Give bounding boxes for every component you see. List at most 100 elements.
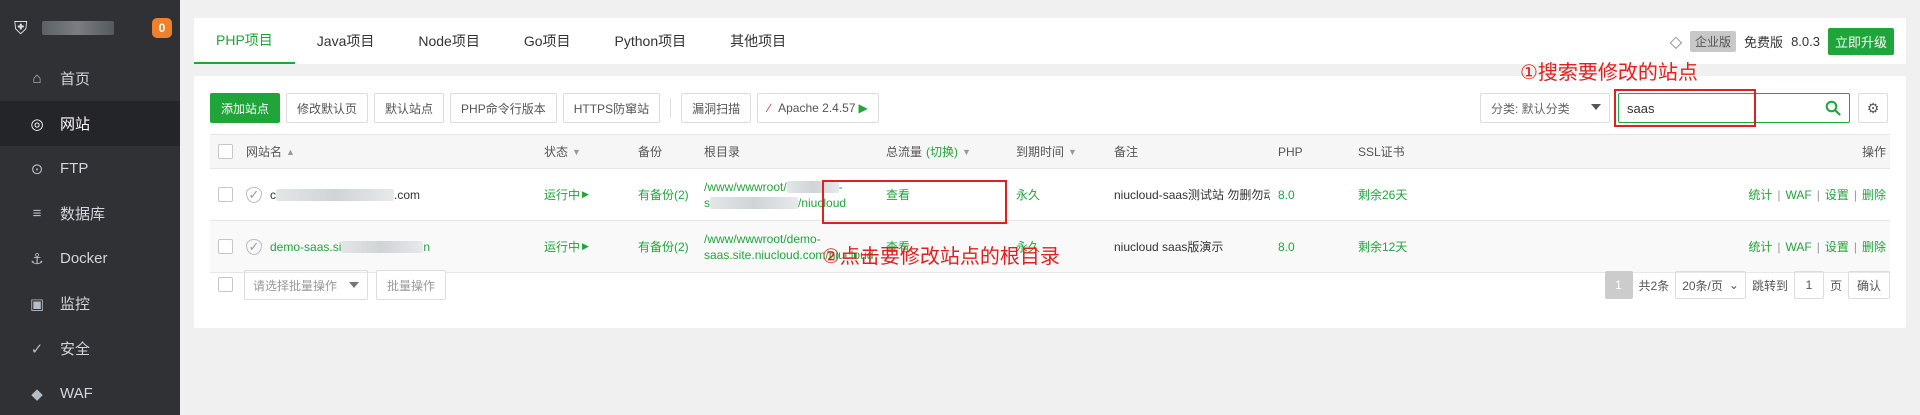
play-icon: ▶ xyxy=(858,101,868,115)
php-cli-version-button[interactable]: PHP命令行版本 xyxy=(450,93,557,123)
expire-value[interactable]: 永久 xyxy=(1016,169,1040,220)
col-root: 根目录 xyxy=(704,135,740,168)
col-name[interactable]: 网站名 ▲ xyxy=(246,135,295,168)
ssl-link[interactable]: 剩余12天 xyxy=(1358,221,1407,272)
tab-python[interactable]: Python项目 xyxy=(593,18,709,64)
remark-value[interactable]: niucloud-saas测试站 勿删勿动! xyxy=(1114,169,1270,220)
sidebar-item-home[interactable]: ⌂ 首页 xyxy=(0,56,180,101)
upgrade-button[interactable]: 立即升级 xyxy=(1827,28,1894,55)
col-backup: 备份 xyxy=(638,135,662,168)
site-name-suffix: n xyxy=(423,239,431,254)
col-remark: 备注 xyxy=(1114,135,1138,168)
delete-link[interactable]: 删除 xyxy=(1862,186,1886,203)
settings-gear-button[interactable]: ⚙ xyxy=(1858,93,1888,123)
ftp-icon: ⊙ xyxy=(30,160,44,178)
root-line-1: /www/wwwroot/demo- xyxy=(704,231,821,246)
select-all-checkbox[interactable] xyxy=(218,144,233,159)
row-checkbox[interactable] xyxy=(218,187,233,202)
logo-shield-icon: ⛨ xyxy=(14,18,28,38)
sidebar: ⛨ 0 ⌂ 首页 ◎ 网站 ⊙ FTP ≡ 数据库 ⚓ Docker ▣ 监控 … xyxy=(0,0,180,415)
root-path-part: /www/wwwroot/ xyxy=(704,179,787,194)
php-version-link[interactable]: 8.0 xyxy=(1278,221,1295,272)
site-name-link[interactable]: ✓ demo-saas.si n xyxy=(246,221,430,272)
tab-go[interactable]: Go项目 xyxy=(502,18,593,64)
remark-value[interactable]: niucloud saas版演示 xyxy=(1114,221,1270,272)
tab-java[interactable]: Java项目 xyxy=(295,18,397,64)
col-ssl: SSL证书 xyxy=(1358,135,1405,168)
site-name-link[interactable]: ✓ c .com xyxy=(246,169,420,220)
col-ssl-label: SSL证书 xyxy=(1358,145,1405,159)
https-guard-button[interactable]: HTTPS防窜站 xyxy=(562,93,661,123)
apache-feather-icon: ∕ xyxy=(768,101,771,115)
backup-link[interactable]: 有备份(2) xyxy=(638,169,689,220)
jump-label: 跳转到 xyxy=(1751,278,1788,293)
category-select[interactable]: 分类: 默认分类 xyxy=(1480,93,1610,123)
col-php-label: PHP xyxy=(1278,144,1303,159)
batch-action-button[interactable]: 批量操作 xyxy=(376,270,447,300)
row-actions: 统计 | WAF | 设置 | 删除 xyxy=(1748,169,1886,220)
add-site-button[interactable]: 添加站点 xyxy=(210,93,281,123)
page-number[interactable]: 1 xyxy=(1604,271,1633,299)
sidebar-item-label: 首页 xyxy=(60,71,91,88)
free-edition-label: 免费版 xyxy=(1744,35,1784,50)
col-expire-label: 到期时间 xyxy=(1016,145,1065,159)
apache-button[interactable]: ∕ Apache 2.4.57 ▶ xyxy=(757,93,879,123)
sidebar-header: ⛨ 0 xyxy=(0,0,180,56)
col-expire[interactable]: 到期时间 ▼ xyxy=(1016,135,1077,168)
modify-default-page-button[interactable]: 修改默认页 xyxy=(286,93,369,123)
gear-icon: ⚙ xyxy=(1866,99,1880,116)
row-checkbox[interactable] xyxy=(218,239,233,254)
tab-node[interactable]: Node项目 xyxy=(396,18,501,64)
backup-link[interactable]: 有备份(2) xyxy=(638,221,689,272)
col-traffic-label: 总流量 xyxy=(886,145,923,159)
waf-link[interactable]: WAF xyxy=(1786,188,1812,202)
footer-select-all-checkbox[interactable] xyxy=(218,277,233,292)
stats-link[interactable]: 统计 xyxy=(1748,238,1772,255)
page-size-select[interactable]: 20条/页 ⌄ xyxy=(1675,271,1746,299)
ssl-link[interactable]: 剩余26天 xyxy=(1358,169,1407,220)
page-size-label: 20条/页 xyxy=(1682,278,1723,293)
delete-link[interactable]: 删除 xyxy=(1862,238,1886,255)
sidebar-item-website[interactable]: ◎ 网站 xyxy=(0,101,180,146)
divider: | xyxy=(1777,187,1781,202)
database-icon: ≡ xyxy=(32,205,42,222)
enterprise-tag[interactable]: 企业版 xyxy=(1690,31,1737,52)
stats-link[interactable]: 统计 xyxy=(1748,186,1772,203)
col-traffic[interactable]: 总流量 (切换) ▼ xyxy=(886,135,971,168)
search-icon[interactable] xyxy=(1825,100,1841,116)
notification-badge[interactable]: 0 xyxy=(152,18,172,38)
jump-page-input[interactable]: 1 xyxy=(1793,271,1824,299)
category-label: 分类: 默认分类 xyxy=(1491,101,1570,116)
batch-action-select[interactable]: 请选择批量操作 xyxy=(244,270,368,300)
table-footer: 请选择批量操作 批量操作 1 共2条 20条/页 ⌄ 跳转到 1 页 确认 xyxy=(210,270,1890,300)
pagination: 1 共2条 20条/页 ⌄ 跳转到 1 页 确认 xyxy=(1604,270,1890,300)
site-toolbar: 添加站点 修改默认页 默认站点 PHP命令行版本 HTTPS防窜站 漏洞扫描 ∕… xyxy=(210,93,879,123)
sidebar-item-ftp[interactable]: ⊙ FTP xyxy=(0,146,180,191)
status-running[interactable]: 运行中 ▶ xyxy=(544,221,589,272)
tab-other[interactable]: 其他项目 xyxy=(708,18,808,64)
waf-link[interactable]: WAF xyxy=(1786,240,1812,254)
sidebar-item-security[interactable]: ✓ 安全 xyxy=(0,326,180,371)
site-name-prefix: demo-saas.si xyxy=(270,239,342,254)
confirm-button[interactable]: 确认 xyxy=(1847,271,1890,299)
default-site-button[interactable]: 默认站点 xyxy=(374,93,445,123)
divider: | xyxy=(1853,239,1857,254)
traffic-switch-link[interactable]: (切换) xyxy=(926,143,958,160)
divider: | xyxy=(1777,239,1781,254)
status-running[interactable]: 运行中 ▶ xyxy=(544,169,589,220)
php-version-link[interactable]: 8.0 xyxy=(1278,169,1295,220)
settings-link[interactable]: 设置 xyxy=(1825,186,1849,203)
sidebar-item-database[interactable]: ≡ 数据库 xyxy=(0,191,180,236)
sidebar-item-label: 安全 xyxy=(60,341,91,358)
chevron-down-icon xyxy=(1591,104,1601,110)
sidebar-item-monitor[interactable]: ▣ 监控 xyxy=(0,281,180,326)
tab-php[interactable]: PHP项目 xyxy=(194,18,295,64)
divider: | xyxy=(1816,187,1820,202)
globe-icon: ◎ xyxy=(30,115,44,133)
sidebar-item-waf[interactable]: ◆ WAF xyxy=(0,371,180,415)
col-status[interactable]: 状态 ▼ xyxy=(544,135,581,168)
vuln-scan-button[interactable]: 漏洞扫描 xyxy=(681,93,752,123)
sidebar-item-docker[interactable]: ⚓ Docker xyxy=(0,236,180,281)
divider: | xyxy=(1853,187,1857,202)
settings-link[interactable]: 设置 xyxy=(1825,238,1849,255)
